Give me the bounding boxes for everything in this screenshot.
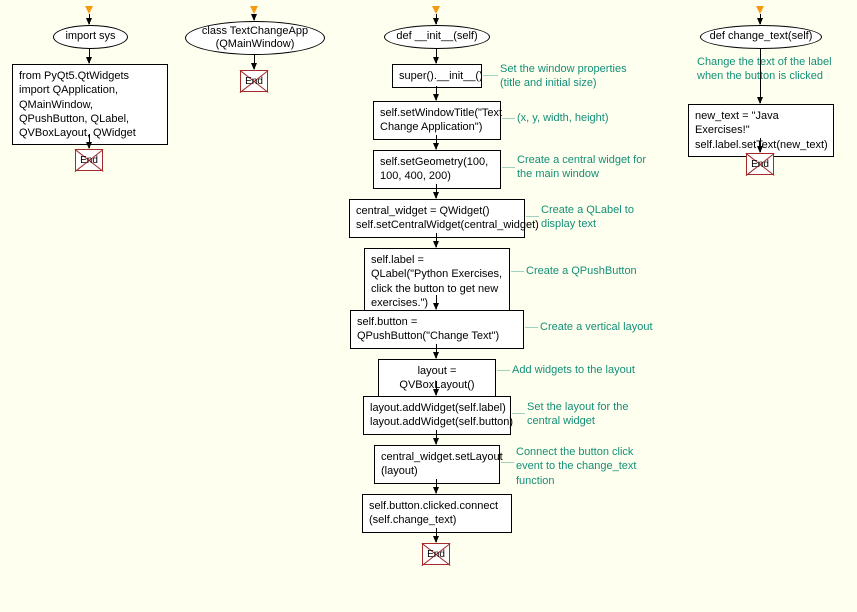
end-c3: End — [422, 543, 450, 565]
arrow-c3-10 — [436, 479, 437, 493]
rect-title-label: self.setWindowTitle("Text Change Applica… — [380, 107, 502, 133]
start-arrow-c3 — [432, 6, 440, 14]
ann-line-8 — [512, 413, 525, 414]
ann-central: Create a central widget for the main win… — [517, 153, 647, 182]
rect-central-widget: central_widget = QWidget() self.setCentr… — [349, 199, 525, 238]
rect-new-text-label: new_text = "Java Exercises!" self.label.… — [695, 110, 828, 151]
ann-line-2 — [502, 118, 515, 119]
rect-connect: self.button.clicked.connect (self.change… — [362, 494, 512, 533]
arrow-c3-2 — [436, 86, 437, 100]
ellipse-class: class TextChangeApp (QMainWindow) — [185, 21, 325, 55]
arrow-c3-4 — [436, 184, 437, 198]
end-c2-label: End — [245, 76, 263, 87]
arrow-c2-1 — [254, 55, 255, 69]
arrow-c3-5 — [436, 233, 437, 247]
ann-connect: Connect the button click event to the ch… — [516, 445, 656, 488]
rect-set-layout: central_widget.setLayout (layout) — [374, 445, 500, 484]
arrow-c3-top — [436, 14, 437, 24]
end-c1: End — [75, 149, 103, 171]
start-arrow-c4 — [756, 6, 764, 14]
rect-add-widgets: layout.addWidget(self.label) layout.addW… — [363, 396, 511, 435]
rect-geometry: self.setGeometry(100, 100, 400, 200) — [373, 150, 501, 189]
rect-add-widgets-label: layout.addWidget(self.label) layout.addW… — [370, 402, 513, 428]
ann-line-1 — [483, 75, 498, 76]
rect-super-label: super().__init__() — [399, 70, 483, 82]
ann-line-6 — [525, 327, 538, 328]
ann-xywh: (x, y, width, height) — [517, 111, 637, 125]
ann-line-7 — [497, 370, 510, 371]
ellipse-change-text-label: def change_text(self) — [710, 30, 813, 43]
arrow-c4-1 — [760, 49, 761, 103]
arrow-c3-6 — [436, 295, 437, 309]
rect-title: self.setWindowTitle("Text Change Applica… — [373, 101, 501, 140]
arrow-c3-1 — [436, 49, 437, 63]
ann-qlabel: Create a QLabel to display text — [541, 203, 641, 232]
ann-add-widgets: Add widgets to the layout — [512, 363, 652, 377]
start-arrow-c1 — [85, 6, 93, 14]
end-c4: End — [746, 153, 774, 175]
end-c2: End — [240, 70, 268, 92]
ellipse-change-text: def change_text(self) — [700, 25, 822, 49]
end-c1-label: End — [80, 155, 98, 166]
arrow-c3-11 — [436, 528, 437, 542]
rect-geometry-label: self.setGeometry(100, 100, 400, 200) — [380, 156, 488, 182]
arrow-c1-2 — [89, 134, 90, 148]
ann-line-5 — [511, 271, 524, 272]
ann-line-3 — [502, 167, 515, 168]
rect-central-widget-label: central_widget = QWidget() self.setCentr… — [356, 205, 539, 231]
rect-imports-label: from PyQt5.QtWidgets import QApplication… — [19, 70, 136, 139]
ann-line-9 — [501, 462, 514, 463]
rect-connect-label: self.button.clicked.connect (self.change… — [369, 500, 498, 526]
rect-button-label: self.button = QPushButton("Change Text") — [357, 316, 499, 342]
end-c3-label: End — [427, 549, 445, 560]
ann-layout: Create a vertical layout — [540, 320, 670, 334]
end-c4-label: End — [751, 159, 769, 170]
arrow-c3-8 — [436, 381, 437, 395]
rect-set-layout-label: central_widget.setLayout (layout) — [381, 451, 503, 477]
arrow-c4-2 — [760, 138, 761, 152]
ann-window-props: Set the window properties (title and ini… — [500, 62, 640, 91]
ellipse-init-label: def __init__(self) — [396, 30, 477, 43]
ellipse-class-label: class TextChangeApp (QMainWindow) — [194, 25, 316, 51]
rect-imports: from PyQt5.QtWidgets import QApplication… — [12, 64, 168, 145]
arrow-c2-top — [254, 14, 255, 20]
ellipse-init: def __init__(self) — [384, 25, 490, 49]
ellipse-import-sys-label: import sys — [65, 30, 115, 43]
start-arrow-c2 — [250, 6, 258, 14]
arrow-c1-top — [89, 14, 90, 24]
ann-set-layout: Set the layout for the central widget — [527, 400, 637, 429]
ann-change-text: Change the text of the label when the bu… — [697, 55, 837, 84]
arrow-c3-7 — [436, 344, 437, 358]
arrow-c1-1 — [89, 49, 90, 63]
arrow-c4-top — [760, 14, 761, 24]
rect-super: super().__init__() — [392, 64, 482, 88]
ann-line-4 — [526, 216, 539, 217]
arrow-c3-9 — [436, 430, 437, 444]
arrow-c3-3 — [436, 135, 437, 149]
ann-button: Create a QPushButton — [526, 264, 656, 278]
ellipse-import-sys: import sys — [53, 25, 128, 49]
rect-button: self.button = QPushButton("Change Text") — [350, 310, 524, 349]
